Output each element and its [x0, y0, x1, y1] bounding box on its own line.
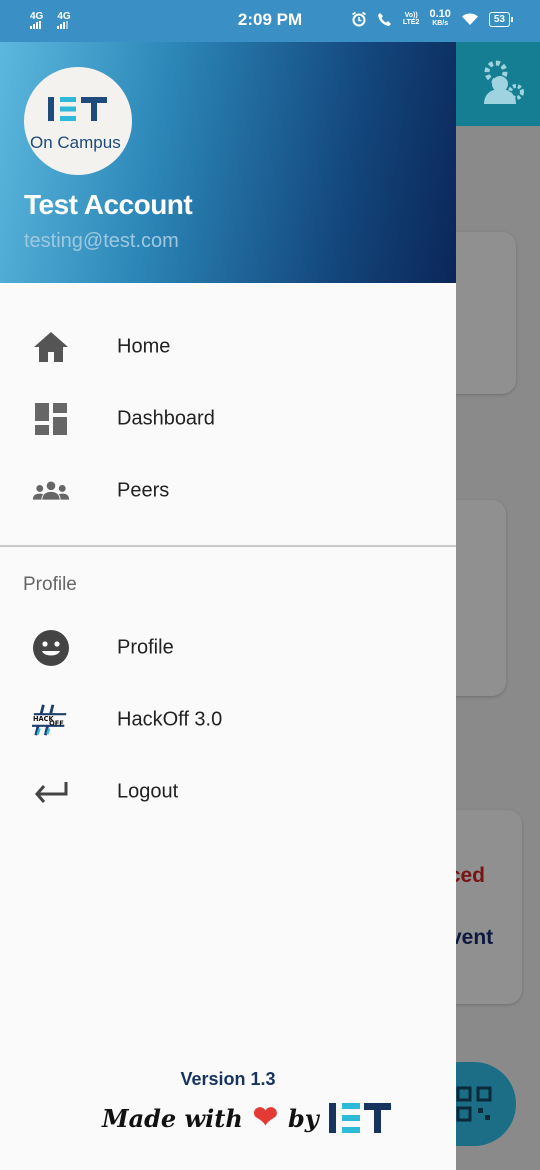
- nav-item-peers[interactable]: Peers: [0, 455, 456, 527]
- account-name: Test Account: [24, 189, 193, 220]
- nav-item-label: Logout: [117, 780, 179, 803]
- smiley-icon: [32, 629, 70, 667]
- iet-logo-icon: [48, 97, 107, 121]
- nav-item-label: Home: [117, 335, 171, 358]
- background-app-bar: [456, 42, 540, 126]
- alarm-icon: [351, 11, 366, 27]
- nav-item-label: HackOff 3.0: [117, 708, 223, 731]
- qr-code-icon: [456, 1086, 492, 1122]
- divider: [0, 545, 456, 547]
- account-email: testing@test.com: [24, 230, 179, 252]
- nav-item-dashboard[interactable]: Dashboard: [0, 383, 456, 455]
- app-version: Version 1.3: [180, 1069, 276, 1089]
- nav-item-home[interactable]: Home: [0, 311, 456, 383]
- nav-item-profile[interactable]: Profile: [0, 612, 456, 684]
- nav-item-label: Dashboard: [117, 407, 215, 430]
- network-speed: 0.10 KB/s: [429, 8, 451, 28]
- made-with-footer: Made with ❤ by: [102, 1102, 391, 1134]
- nav-item-label: Peers: [117, 479, 170, 502]
- nav-item-hackoff[interactable]: HACK OFF HackOff 3.0: [0, 684, 456, 756]
- volte-indicator: Vo)) LTE2: [402, 12, 420, 26]
- background-card-text: vent: [450, 926, 494, 949]
- nav-item-label: Profile: [117, 636, 174, 659]
- battery-icon: 53: [488, 11, 514, 27]
- made-with-text: Made with: [102, 1103, 243, 1133]
- avatar[interactable]: On Campus: [24, 67, 132, 175]
- section-title-profile: Profile: [23, 574, 77, 595]
- return-arrow-icon: [32, 773, 70, 811]
- hackoff-logo-icon: HACK OFF: [32, 701, 70, 739]
- svg-text:OFF: OFF: [49, 720, 64, 728]
- drawer-header: On Campus Test Account testing@test.com: [0, 42, 456, 283]
- heart-icon: ❤: [252, 1100, 278, 1135]
- status-bar: 4G 4G 2:09 PM Vo)) LTE2 0.10 KB/s 53: [0, 0, 540, 42]
- user-settings-icon: [484, 60, 524, 104]
- logo-subtitle: On Campus: [30, 133, 121, 152]
- iet-logo: [48, 97, 110, 121]
- iet-brand-logo: [328, 1103, 391, 1133]
- dashboard-icon: [32, 400, 70, 438]
- nav-item-logout[interactable]: Logout: [0, 756, 456, 828]
- status-icons: Vo)) LTE2 0.10 KB/s 53: [351, 8, 514, 28]
- by-text: by: [287, 1103, 319, 1133]
- home-icon: [32, 328, 70, 366]
- call-icon: [377, 13, 391, 26]
- wifi-icon: [461, 13, 478, 25]
- navigation-drawer: On Campus Test Account testing@test.com …: [0, 42, 456, 1170]
- people-icon: [32, 472, 70, 510]
